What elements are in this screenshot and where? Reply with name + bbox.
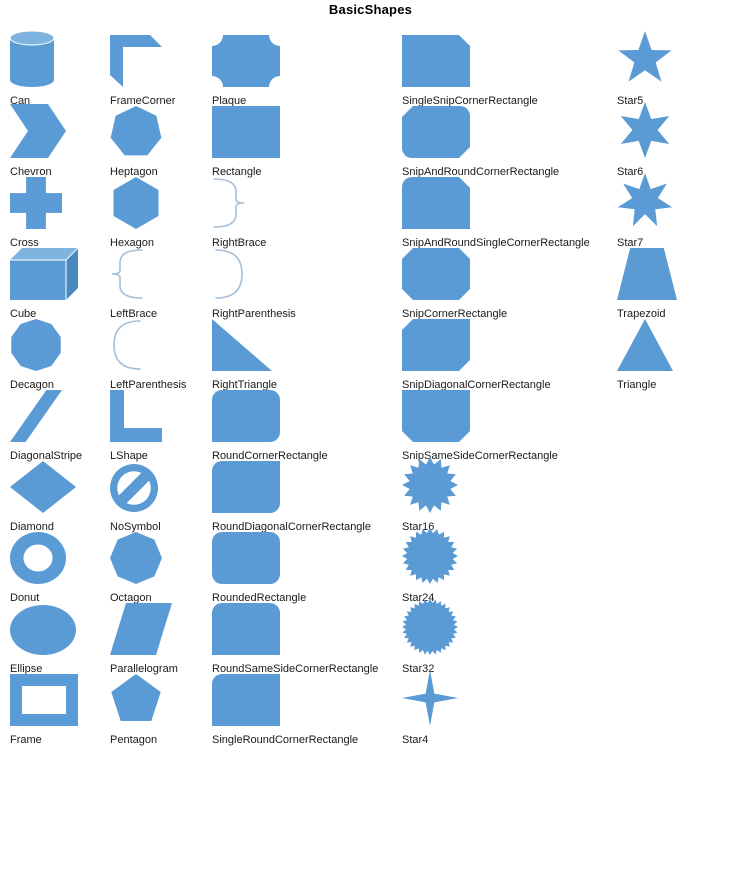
donut-icon	[10, 532, 66, 584]
shape-label-star4: Star4	[402, 734, 429, 746]
hexagon-icon	[110, 177, 162, 229]
star24-icon	[402, 528, 458, 584]
shape-label-frame: Frame	[10, 734, 42, 746]
single-round-corner-rectangle-icon	[212, 674, 280, 726]
snip-corner-rectangle-icon	[402, 248, 470, 300]
shape-label-triangle: Triangle	[617, 379, 657, 391]
star7-icon	[617, 173, 673, 229]
lshape-icon	[110, 390, 162, 442]
triangle-icon	[617, 319, 673, 371]
diamond-icon	[10, 461, 76, 513]
star5-icon	[617, 31, 673, 87]
ellipse-icon	[10, 605, 76, 655]
pentagon-icon	[110, 674, 162, 726]
round-diagonal-corner-rectangle-icon	[212, 461, 280, 513]
octagon-icon	[110, 532, 162, 584]
right-parenthesis-icon	[212, 248, 246, 300]
shape-label-single-round-corner-rectangle: SingleRoundCornerRectangle	[212, 734, 359, 746]
no-symbol-icon	[110, 463, 158, 513]
right-brace-icon	[212, 177, 246, 229]
heptagon-icon	[110, 106, 162, 158]
star16-icon	[402, 457, 458, 513]
decagon-icon	[10, 319, 62, 371]
round-same-side-corner-rectangle-icon	[212, 603, 280, 655]
left-parenthesis-icon	[110, 319, 144, 371]
parallelogram-icon	[110, 603, 172, 655]
frame-corner-icon	[110, 35, 162, 87]
rectangle-icon	[212, 106, 280, 158]
page-title: BasicShapes	[328, 2, 413, 17]
single-snip-corner-rectangle-icon	[402, 35, 470, 87]
rounded-rectangle-icon	[212, 532, 280, 584]
diagonal-stripe-icon	[10, 390, 62, 442]
star32-icon	[402, 599, 458, 655]
cube-icon	[10, 247, 79, 300]
trapezoid-icon	[617, 248, 677, 300]
snip-and-round-corner-rectangle-icon	[402, 106, 470, 158]
can-icon	[9, 30, 55, 87]
frame-icon	[10, 674, 78, 726]
plaque-icon	[212, 35, 280, 87]
snip-same-side-corner-rectangle-icon	[402, 390, 470, 442]
snip-and-round-single-corner-rectangle-icon	[402, 177, 470, 229]
round-corner-rectangle-icon	[212, 390, 280, 442]
snip-diagonal-corner-rectangle-icon	[402, 319, 470, 371]
left-brace-icon	[110, 248, 144, 300]
shape-label-donut: Donut	[10, 592, 40, 604]
shape-label-pentagon: Pentagon	[110, 734, 158, 746]
star6-icon	[617, 102, 673, 158]
shape-label-lshape: LShape	[110, 450, 148, 462]
right-triangle-icon	[212, 319, 272, 371]
chevron-icon	[10, 104, 66, 158]
star4-icon	[402, 670, 458, 726]
cross-icon	[10, 177, 62, 229]
